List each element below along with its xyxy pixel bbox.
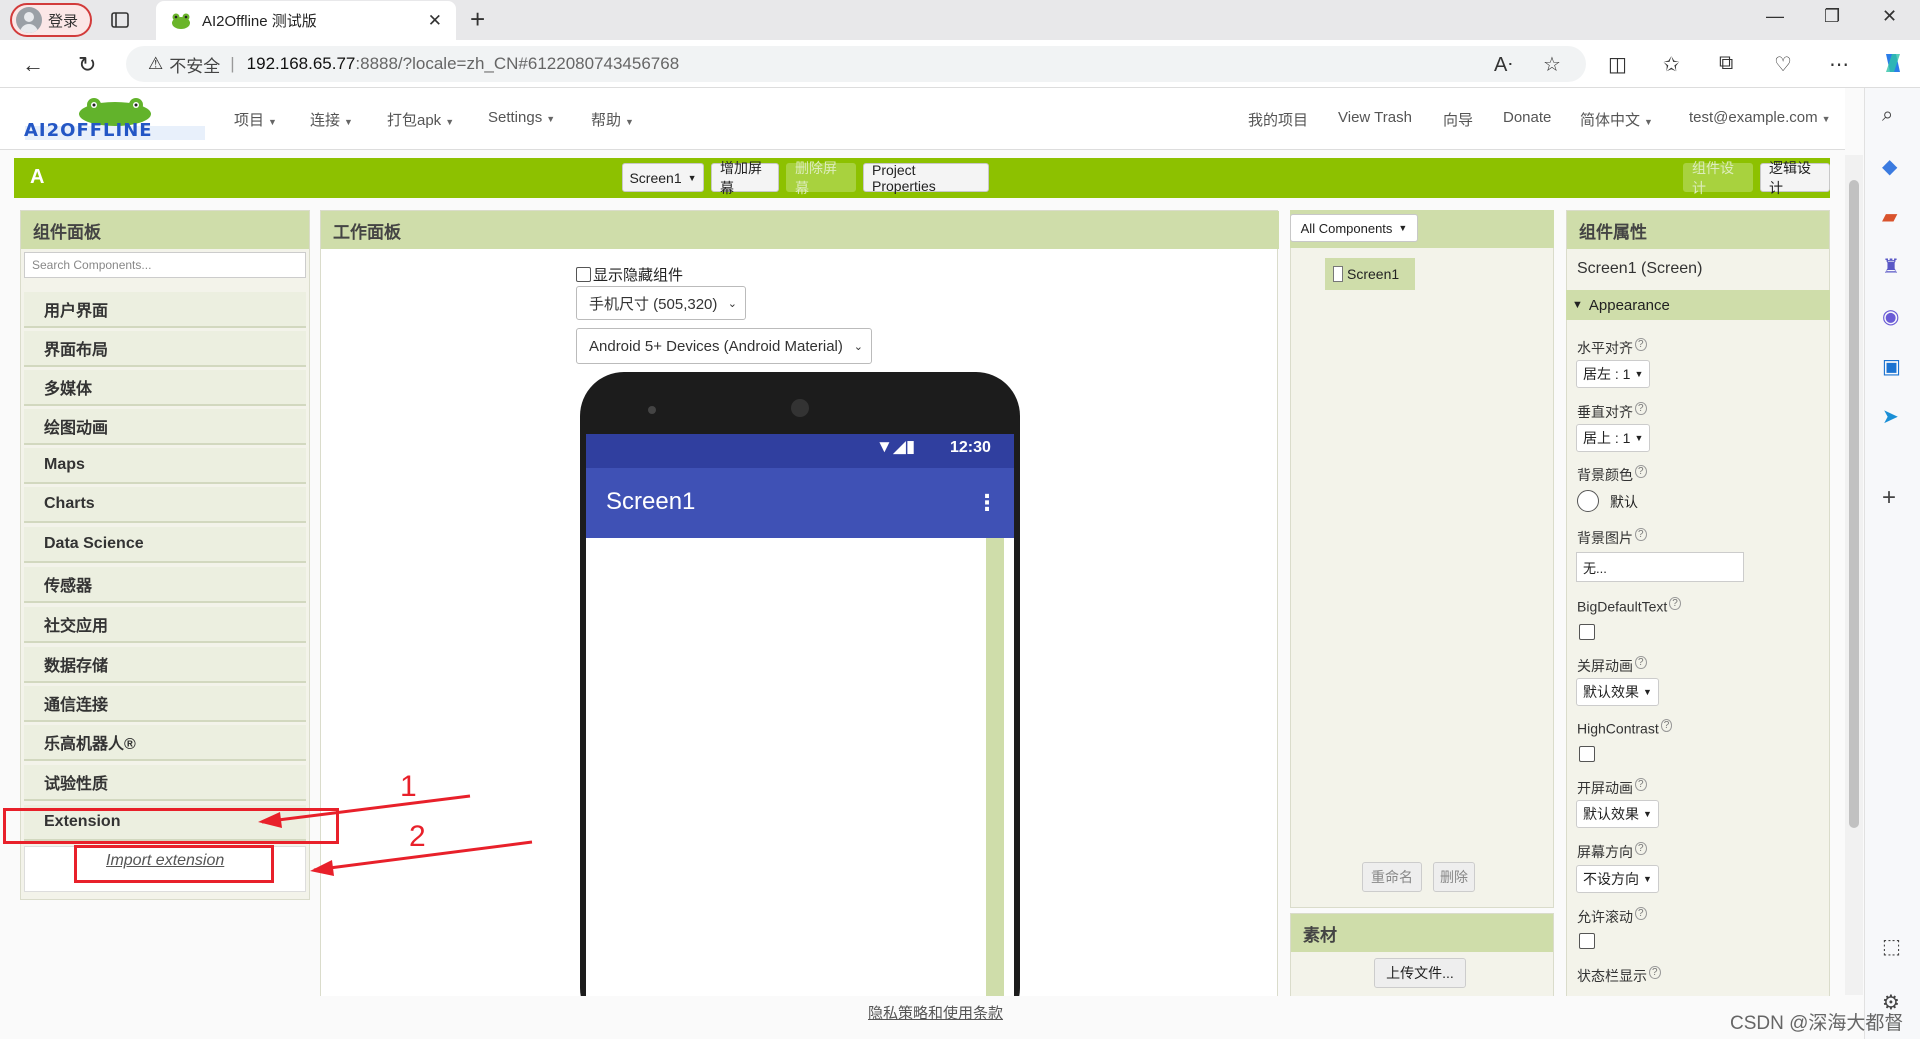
watermark: CSDN @深海大都督 [1730, 1013, 1904, 1034]
annotation-number-2: 2 [409, 820, 426, 853]
annotation-arrows [0, 0, 1920, 1039]
annotation-number-1: 1 [400, 770, 417, 803]
